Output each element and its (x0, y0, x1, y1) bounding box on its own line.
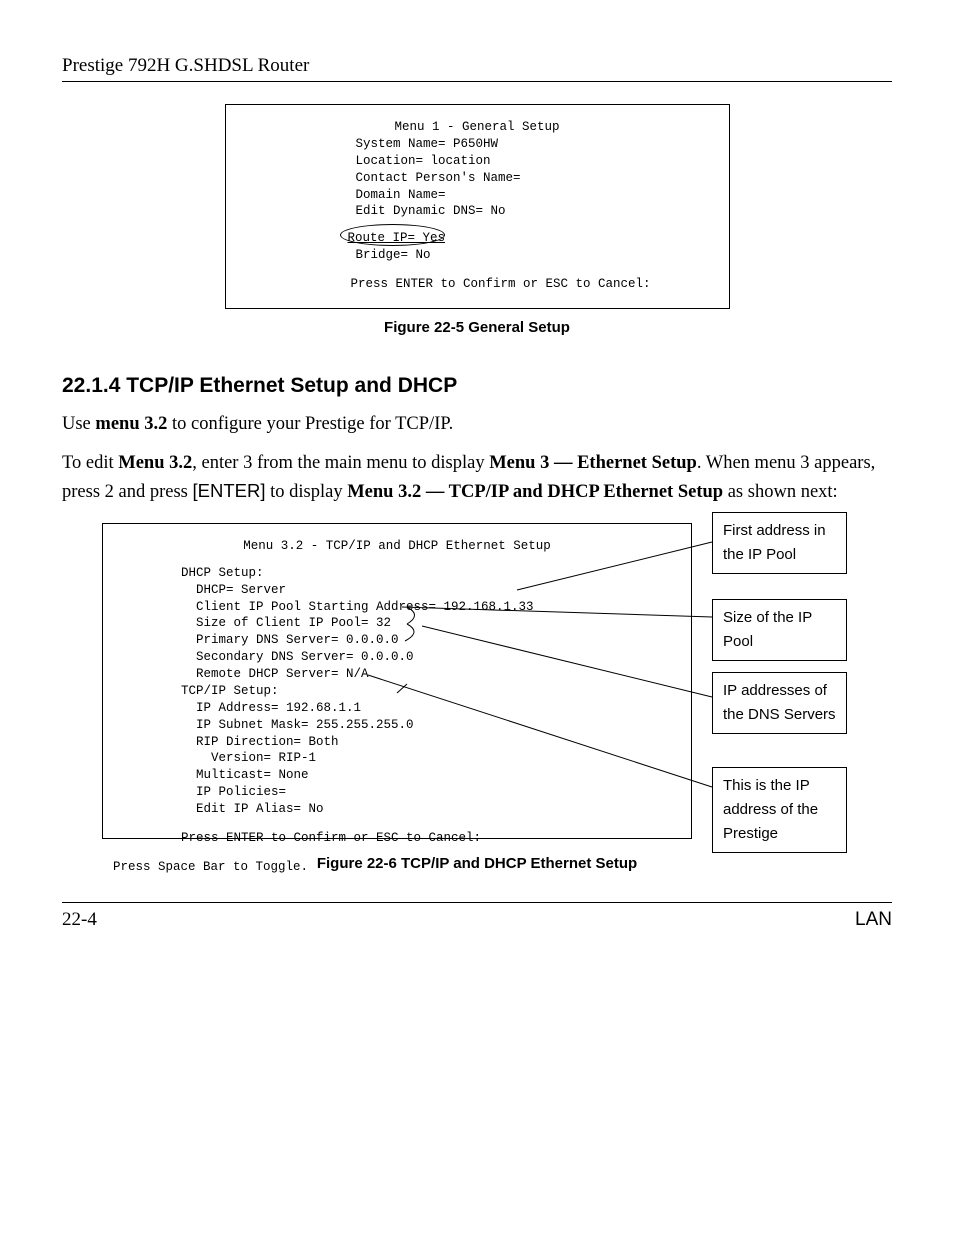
paragraph-1: Use menu 3.2 to configure your Prestige … (62, 410, 892, 439)
fig1-route-ip-highlighted: Route IP= Yes (348, 228, 446, 247)
p2-menu32-tcp-bold: Menu 3.2 — TCP/IP and DHCP Ethernet Setu… (347, 482, 723, 502)
footer-page-number: 22-4 (62, 909, 97, 931)
header-title: Prestige 792H G.SHDSL Router (62, 55, 892, 77)
figure-1-caption: Figure 22-5 General Setup (62, 319, 892, 336)
page-footer: 22-4 LAN (62, 902, 892, 931)
footer-section-label: LAN (855, 909, 892, 931)
fig2-press-enter: Press ENTER to Confirm or ESC to Cancel: (103, 830, 691, 847)
fig1-bridge-line: Bridge= No (226, 247, 729, 264)
p2-menu3-bold: Menu 3 — Ethernet Setup (489, 453, 697, 473)
section-heading: 22.1.4 TCP/IP Ethernet Setup and DHCP (62, 374, 892, 398)
p2-text-g: to display (266, 482, 348, 502)
figure-2-wrapper: Menu 3.2 - TCP/IP and DHCP Ethernet Setu… (62, 517, 892, 847)
fig1-route-ip-text: Route IP= Yes (348, 231, 446, 245)
p2-text-i: as shown next: (723, 482, 838, 502)
callout-first-address: First address in the IP Pool (712, 512, 847, 574)
p2-menu32-bold: Menu 3.2 (118, 453, 192, 473)
fig1-body-lines: System Name= P650HW Location= location C… (226, 136, 729, 220)
fig1-menu-title: Menu 1 - General Setup (226, 119, 729, 136)
paragraph-2: To edit Menu 3.2, enter 3 from the main … (62, 449, 892, 507)
p1-text-a: Use (62, 414, 95, 434)
fig2-body-lines: DHCP Setup: DHCP= Server Client IP Pool … (103, 565, 691, 818)
p2-text-c: , enter 3 from the main menu to display (192, 453, 489, 473)
page-header: Prestige 792H G.SHDSL Router (62, 55, 892, 82)
fig2-menu-title: Menu 3.2 - TCP/IP and DHCP Ethernet Setu… (103, 538, 691, 555)
p2-enter-key: [ENTER] (193, 480, 266, 501)
figure-2-terminal-box: Menu 3.2 - TCP/IP and DHCP Ethernet Setu… (102, 523, 692, 839)
p1-menu32-bold: menu 3.2 (95, 414, 167, 434)
fig1-press-enter: Press ENTER to Confirm or ESC to Cancel: (226, 276, 729, 293)
callout-dns-addresses: IP addresses of the DNS Servers (712, 672, 847, 734)
callout-pool-size: Size of the IP Pool (712, 599, 847, 661)
p1-text-c: to configure your Prestige for TCP/IP. (167, 414, 453, 434)
fig2-toggle-hint: Press Space Bar to Toggle. (103, 859, 691, 876)
figure-1-terminal-box: Menu 1 - General Setup System Name= P650… (225, 104, 730, 309)
callout-prestige-ip: This is the IP address of the Prestige (712, 767, 847, 853)
p2-text-a: To edit (62, 453, 118, 473)
